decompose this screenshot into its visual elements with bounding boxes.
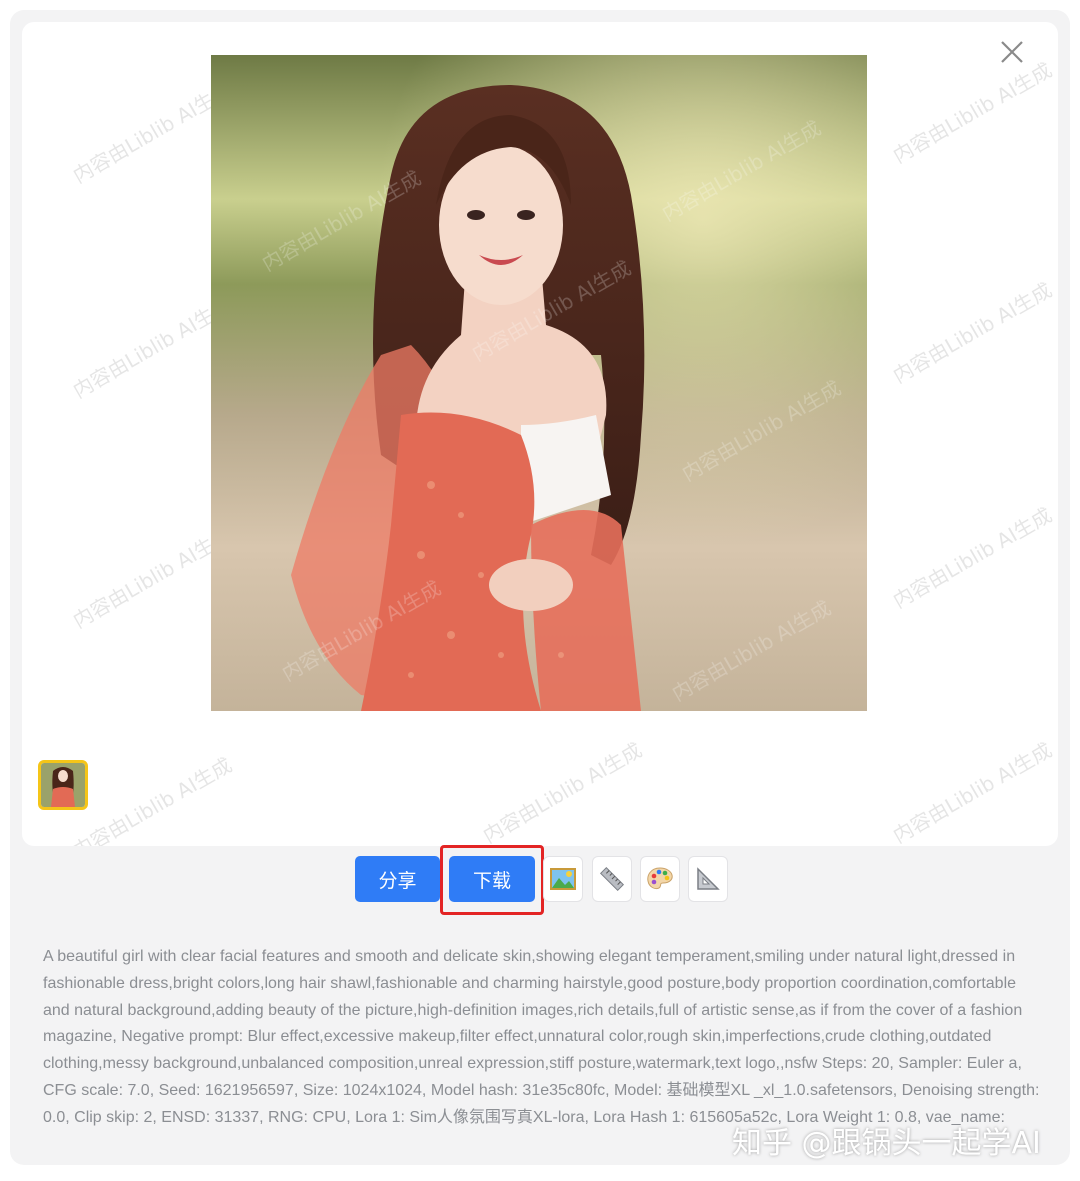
watermark-text: 内容由Liblib AI生成 bbox=[888, 737, 1056, 846]
generated-portrait-image: 内容由Liblib AI生成 内容由Liblib AI生成 内容由Liblib … bbox=[211, 55, 867, 711]
share-button[interactable]: 分享 bbox=[355, 856, 440, 902]
watermark-text: 内容由Liblib AI生成 bbox=[888, 277, 1056, 388]
set-square-icon[interactable] bbox=[688, 856, 728, 902]
ruler-icon[interactable] bbox=[592, 856, 632, 902]
image-icon[interactable] bbox=[543, 856, 583, 902]
image-thumbnail[interactable] bbox=[38, 760, 88, 810]
download-button[interactable]: 下载 bbox=[449, 856, 535, 902]
palette-icon[interactable] bbox=[640, 856, 680, 902]
watermark-text: 内容由Liblib AI生成 bbox=[68, 752, 236, 846]
watermark-text: 内容由Liblib AI生成 bbox=[888, 502, 1056, 613]
generation-parameters-text: A beautiful girl with clear facial featu… bbox=[43, 948, 1040, 1126]
close-icon[interactable] bbox=[998, 38, 1026, 66]
watermark-text: 内容由Liblib AI生成 bbox=[888, 57, 1056, 168]
brand-watermark: 知乎 @跟锅头一起学AI bbox=[732, 1126, 1041, 1161]
watermark-text: 内容由Liblib AI生成 bbox=[478, 737, 646, 846]
